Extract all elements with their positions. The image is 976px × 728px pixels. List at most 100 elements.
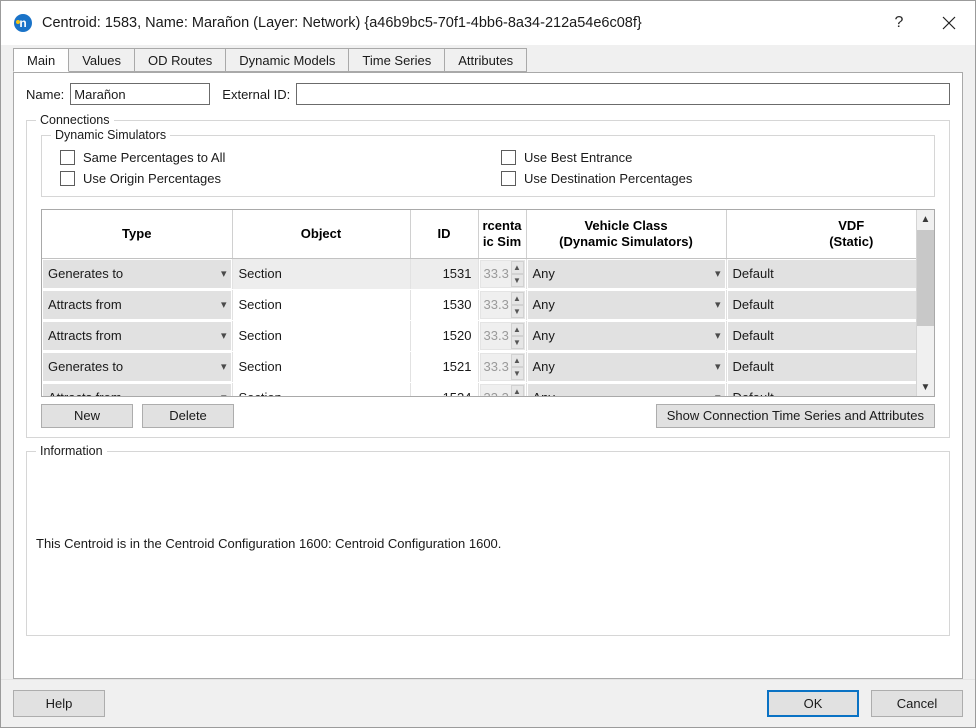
percentage-stepper[interactable]: 33.3 ▲ ▼ (480, 322, 525, 350)
cell-vehicle-class[interactable]: Any ▾ (526, 289, 726, 320)
cell-percentage[interactable]: 33.3 ▲ ▼ (478, 382, 526, 396)
stepper-up-icon[interactable]: ▲ (511, 385, 524, 397)
table-row[interactable]: Generates to ▾ Section 1521 (42, 351, 916, 382)
vdf-dropdown[interactable]: Default ▾ (728, 322, 917, 350)
type-dropdown[interactable]: Attracts from ▾ (43, 384, 231, 397)
checkbox-box-icon[interactable] (60, 171, 75, 186)
object-value: Section (233, 260, 410, 288)
cancel-button[interactable]: Cancel (871, 690, 963, 717)
help-button[interactable]: Help (13, 690, 105, 717)
stepper-down-icon[interactable]: ▼ (511, 305, 524, 318)
cell-vdf[interactable]: Default ▾ (726, 258, 916, 289)
cell-percentage[interactable]: 33.3 ▲ ▼ (478, 320, 526, 351)
cell-type[interactable]: Attracts from ▾ (42, 320, 232, 351)
tab-attributes[interactable]: Attributes (444, 48, 527, 72)
tab-values[interactable]: Values (68, 48, 135, 72)
cell-vdf[interactable]: Default ▾ (726, 320, 916, 351)
percentage-stepper[interactable]: 33.3 ▲ ▼ (480, 384, 525, 397)
checkbox-same-percentages-to-all[interactable]: Same Percentages to All (52, 150, 499, 165)
checkbox-box-icon[interactable] (60, 150, 75, 165)
cell-vdf[interactable]: Default ▾ (726, 289, 916, 320)
col-header-vehicle-class[interactable]: Vehicle Class (Dynamic Simulators) (526, 210, 726, 258)
cell-type[interactable]: Generates to ▾ (42, 351, 232, 382)
percentage-stepper[interactable]: 33.3 ▲ ▼ (480, 260, 525, 288)
stepper-arrows[interactable]: ▲ ▼ (511, 261, 524, 287)
cell-vdf[interactable]: Default ▾ (726, 351, 916, 382)
percentage-stepper[interactable]: 33.3 ▲ ▼ (480, 353, 525, 381)
tab-time-series[interactable]: Time Series (348, 48, 445, 72)
type-dropdown[interactable]: Generates to ▾ (43, 353, 231, 381)
cell-percentage[interactable]: 33.3 ▲ ▼ (478, 258, 526, 289)
stepper-up-icon[interactable]: ▲ (511, 292, 524, 305)
cell-object: Section (232, 289, 410, 320)
cell-vdf[interactable]: Default ▾ (726, 382, 916, 396)
cell-type[interactable]: Attracts from ▾ (42, 289, 232, 320)
percentage-value: 33.3 (484, 359, 511, 374)
ok-button[interactable]: OK (767, 690, 859, 717)
external-id-input[interactable] (296, 83, 950, 105)
table-vertical-scrollbar[interactable]: ▲ ▼ (916, 210, 934, 396)
show-connection-time-series-button[interactable]: Show Connection Time Series and Attribut… (656, 404, 935, 428)
cell-percentage[interactable]: 33.3 ▲ ▼ (478, 351, 526, 382)
stepper-down-icon[interactable]: ▼ (511, 336, 524, 349)
col-header-percentage-dynamic-sim[interactable]: rcenta ic Sim (478, 210, 526, 258)
close-icon[interactable] (923, 1, 975, 45)
vdf-dropdown[interactable]: Default ▾ (728, 291, 917, 319)
percentage-stepper[interactable]: 33.3 ▲ ▼ (480, 291, 525, 319)
table-row[interactable]: Attracts from ▾ Section 1530 (42, 289, 916, 320)
new-button[interactable]: New (41, 404, 133, 428)
table-row[interactable]: Attracts from ▾ Section 1524 (42, 382, 916, 396)
checkbox-use-best-entrance[interactable]: Use Best Entrance (499, 150, 632, 165)
stepper-up-icon[interactable]: ▲ (511, 323, 524, 336)
table-body: Generates to ▾ Section 1531 (42, 258, 916, 396)
scroll-up-icon[interactable]: ▲ (917, 210, 934, 228)
cell-vehicle-class[interactable]: Any ▾ (526, 351, 726, 382)
delete-button[interactable]: Delete (142, 404, 234, 428)
name-input[interactable] (70, 83, 210, 105)
stepper-up-icon[interactable]: ▲ (511, 261, 524, 274)
help-icon[interactable]: ? (875, 1, 923, 45)
col-header-object[interactable]: Object (232, 210, 410, 258)
checkbox-box-icon[interactable] (501, 150, 516, 165)
checkbox-box-icon[interactable] (501, 171, 516, 186)
cell-type[interactable]: Generates to ▾ (42, 258, 232, 289)
scrollbar-thumb[interactable] (917, 230, 934, 326)
vehicle-class-dropdown[interactable]: Any ▾ (528, 353, 725, 381)
col-header-id[interactable]: ID (410, 210, 478, 258)
stepper-arrows[interactable]: ▲ ▼ (511, 292, 524, 318)
tab-od-routes[interactable]: OD Routes (134, 48, 226, 72)
vdf-dropdown[interactable]: Default ▾ (728, 260, 917, 288)
cell-type[interactable]: Attracts from ▾ (42, 382, 232, 396)
type-dropdown[interactable]: Attracts from ▾ (43, 322, 231, 350)
vehicle-class-dropdown[interactable]: Any ▾ (528, 384, 725, 397)
vehicle-class-dropdown[interactable]: Any ▾ (528, 260, 725, 288)
checkbox-use-destination-percentages[interactable]: Use Destination Percentages (499, 171, 692, 186)
col-header-vdf[interactable]: VDF (Static) (726, 210, 916, 258)
vdf-dropdown[interactable]: Default ▾ (728, 384, 917, 397)
tab-strip: Main Values OD Routes Dynamic Models Tim… (13, 49, 963, 73)
dialog-window: n Centroid: 1583, Name: Marañon (Layer: … (0, 0, 976, 728)
checkbox-use-origin-percentages[interactable]: Use Origin Percentages (52, 171, 499, 186)
stepper-down-icon[interactable]: ▼ (511, 367, 524, 380)
type-dropdown[interactable]: Attracts from ▾ (43, 291, 231, 319)
stepper-arrows[interactable]: ▲ ▼ (511, 323, 524, 349)
cell-percentage[interactable]: 33.3 ▲ ▼ (478, 289, 526, 320)
scrollbar-track[interactable] (917, 228, 934, 378)
type-dropdown[interactable]: Generates to ▾ (43, 260, 231, 288)
stepper-down-icon[interactable]: ▼ (511, 274, 524, 287)
tab-main[interactable]: Main (13, 48, 69, 72)
tab-dynamic-models[interactable]: Dynamic Models (225, 48, 349, 72)
stepper-arrows[interactable]: ▲ ▼ (511, 385, 524, 397)
table-row[interactable]: Generates to ▾ Section 1531 (42, 258, 916, 289)
cell-vehicle-class[interactable]: Any ▾ (526, 320, 726, 351)
scroll-down-icon[interactable]: ▼ (917, 378, 934, 396)
stepper-up-icon[interactable]: ▲ (511, 354, 524, 367)
vdf-dropdown[interactable]: Default ▾ (728, 353, 917, 381)
vehicle-class-dropdown[interactable]: Any ▾ (528, 291, 725, 319)
stepper-arrows[interactable]: ▲ ▼ (511, 354, 524, 380)
table-row[interactable]: Attracts from ▾ Section 1520 (42, 320, 916, 351)
cell-vehicle-class[interactable]: Any ▾ (526, 382, 726, 396)
cell-vehicle-class[interactable]: Any ▾ (526, 258, 726, 289)
col-header-type[interactable]: Type (42, 210, 232, 258)
vehicle-class-dropdown[interactable]: Any ▾ (528, 322, 725, 350)
